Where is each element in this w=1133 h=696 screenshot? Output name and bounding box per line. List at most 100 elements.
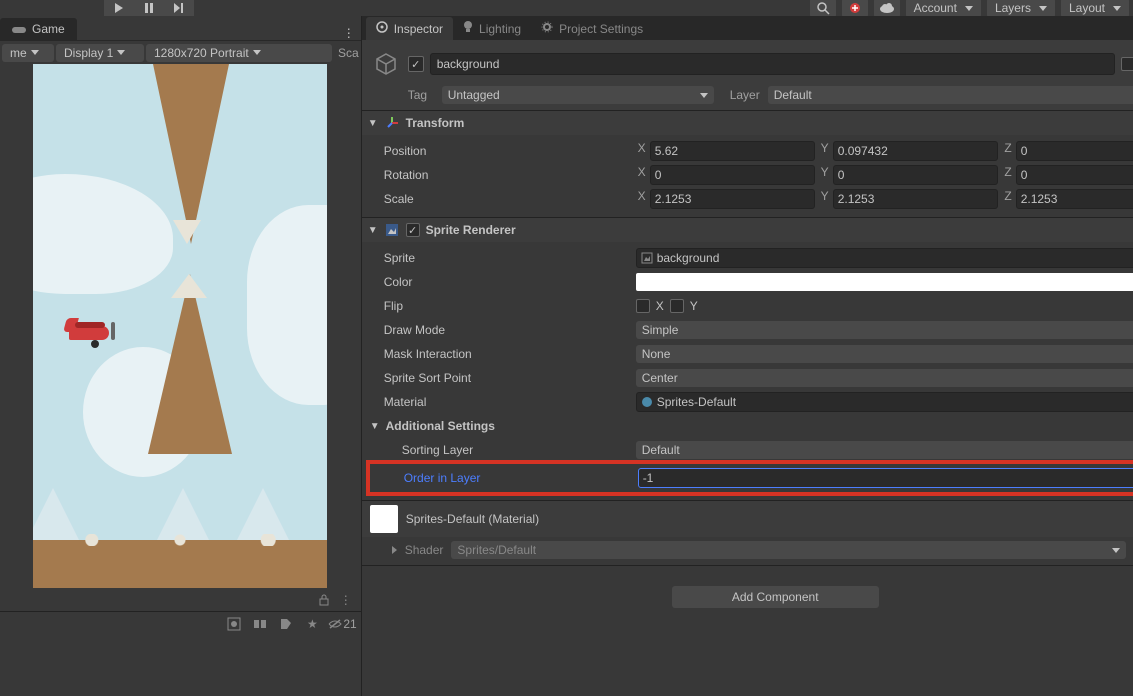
order-in-layer-input[interactable] [638,468,1133,488]
draw-mode-dropdown[interactable]: Simple [636,321,1133,339]
scale-x-input[interactable] [650,189,815,209]
flip-x-checkbox[interactable] [636,299,650,313]
play-button[interactable] [104,0,134,16]
position-z-input[interactable] [1016,141,1133,161]
lock-icon[interactable] [313,591,335,609]
lightbulb-icon [463,21,473,36]
scale-z-input[interactable] [1016,189,1133,209]
sprite-renderer-component: ▼ Sprite Renderer ?⃝ ⋮ Sprite background [362,218,1133,501]
tag-dropdown[interactable]: Untagged [442,86,714,104]
lighting-tab[interactable]: Lighting [453,17,531,40]
material-title: Sprites-Default (Material) [406,512,1133,526]
position-x-input[interactable] [650,141,815,161]
material-preview[interactable] [370,505,398,533]
game-canvas [33,64,327,588]
hidden-count-value: 21 [343,617,356,631]
material-field[interactable]: Sprites-Default [636,392,1133,412]
static-toggle[interactable]: Static [1121,57,1133,71]
rotation-y-input[interactable] [833,165,998,185]
sort-point-dropdown[interactable]: Center [636,369,1133,387]
sorting-layer-dropdown[interactable]: Default [636,441,1133,459]
add-component-label: Add Component [732,590,819,604]
pause-button[interactable] [134,0,164,16]
sort-point-label: Sprite Sort Point [370,371,632,385]
flip-label: Flip [370,299,632,313]
filter-label-icon[interactable] [275,615,297,633]
game-mode-label: me [10,46,27,60]
sprite-label: Sprite [370,251,632,265]
display-label: Display 1 [64,46,113,60]
lighting-tab-label: Lighting [479,22,521,36]
transform-component: ▼ Transform ?⃝ ⋮ Position X Y Z [362,111,1133,218]
draw-mode-label: Draw Mode [370,323,632,337]
tab-context-menu-icon[interactable]: ⋮ [337,26,361,40]
game-mode-dropdown[interactable]: me [2,44,54,62]
gameobject-header: Static Tag Untagged Layer Default [362,40,1133,111]
rotation-x-input[interactable] [650,165,815,185]
tab-context-menu-icon[interactable]: ⋮ [335,591,357,609]
game-tab-label: Game [32,22,65,36]
rotation-label: Rotation [370,168,632,182]
favorites-icon[interactable]: ★ [301,615,323,633]
resolution-label: 1280x720 Portrait [154,46,249,60]
component-enabled-checkbox[interactable] [406,223,420,237]
flip-y-checkbox[interactable] [670,299,684,313]
display-dropdown[interactable]: Display 1 [56,44,144,62]
color-field[interactable] [636,273,1133,291]
sprite-renderer-icon [384,222,400,238]
scale-label: Scale [370,192,632,206]
game-tab-bar: Game ⋮ [0,16,361,40]
project-tab-bar: ⋮ [0,588,361,612]
inspector-tab-label: Inspector [394,22,443,36]
foldout-icon[interactable]: ▼ [370,421,380,432]
shader-dropdown[interactable]: Sprites/Default [451,541,1126,559]
sorting-layer-label: Sorting Layer [370,443,632,457]
material-section: Sprites-Default (Material) ?⃝ ⋮ Shader S… [362,501,1133,566]
game-tab[interactable]: Game [0,18,77,40]
tag-label: Tag [408,88,436,102]
layer-value: Default [774,88,812,102]
active-checkbox[interactable] [408,56,424,72]
project-settings-tab-label: Project Settings [559,22,643,36]
sprite-renderer-title: Sprite Renderer [426,223,1129,237]
sprite-field[interactable]: background [636,248,1133,268]
foldout-icon[interactable]: ▼ [368,118,378,129]
layer-label: Layer [720,88,762,102]
layer-dropdown[interactable]: Default [768,86,1133,104]
layout-label: Layout [1069,1,1105,15]
project-toolbar: ★ 21 [0,612,361,636]
add-component-button[interactable]: Add Component [672,586,879,608]
transform-title: Transform [406,116,1129,130]
mask-interaction-label: Mask Interaction [370,347,632,361]
inspector-icon [376,21,388,36]
play-controls [104,0,194,16]
tag-value: Untagged [448,88,500,102]
foldout-icon[interactable] [392,546,397,554]
top-toolbar: Account Layers Layout [0,0,1133,16]
game-icon [12,24,26,34]
sprite-value: background [657,251,720,265]
step-button[interactable] [164,0,194,16]
resolution-dropdown[interactable]: 1280x720 Portrait [146,44,332,62]
order-in-layer-label: Order in Layer [372,471,634,485]
color-label: Color [370,275,632,289]
layers-label: Layers [995,1,1031,15]
filter-scene-icon[interactable] [223,615,245,633]
scale-y-input[interactable] [833,189,998,209]
shader-label: Shader [405,543,444,557]
rotation-z-input[interactable] [1016,165,1133,185]
mask-interaction-dropdown[interactable]: None [636,345,1133,363]
scale-label: Sca [334,46,359,60]
filter-type-icon[interactable] [249,615,271,633]
transform-icon [384,115,400,131]
additional-settings-label: Additional Settings [386,419,495,433]
foldout-icon[interactable]: ▼ [368,225,378,236]
inspector-tab[interactable]: Inspector [366,17,453,40]
gameobject-icon[interactable] [370,48,402,80]
gameobject-name-input[interactable] [430,53,1115,75]
position-y-input[interactable] [833,141,998,161]
hidden-count[interactable]: 21 [327,617,356,631]
project-settings-tab[interactable]: Project Settings [531,17,653,40]
game-view [0,64,361,588]
inspector-tab-bar: Inspector Lighting Project Settings ⋮ [362,16,1133,40]
